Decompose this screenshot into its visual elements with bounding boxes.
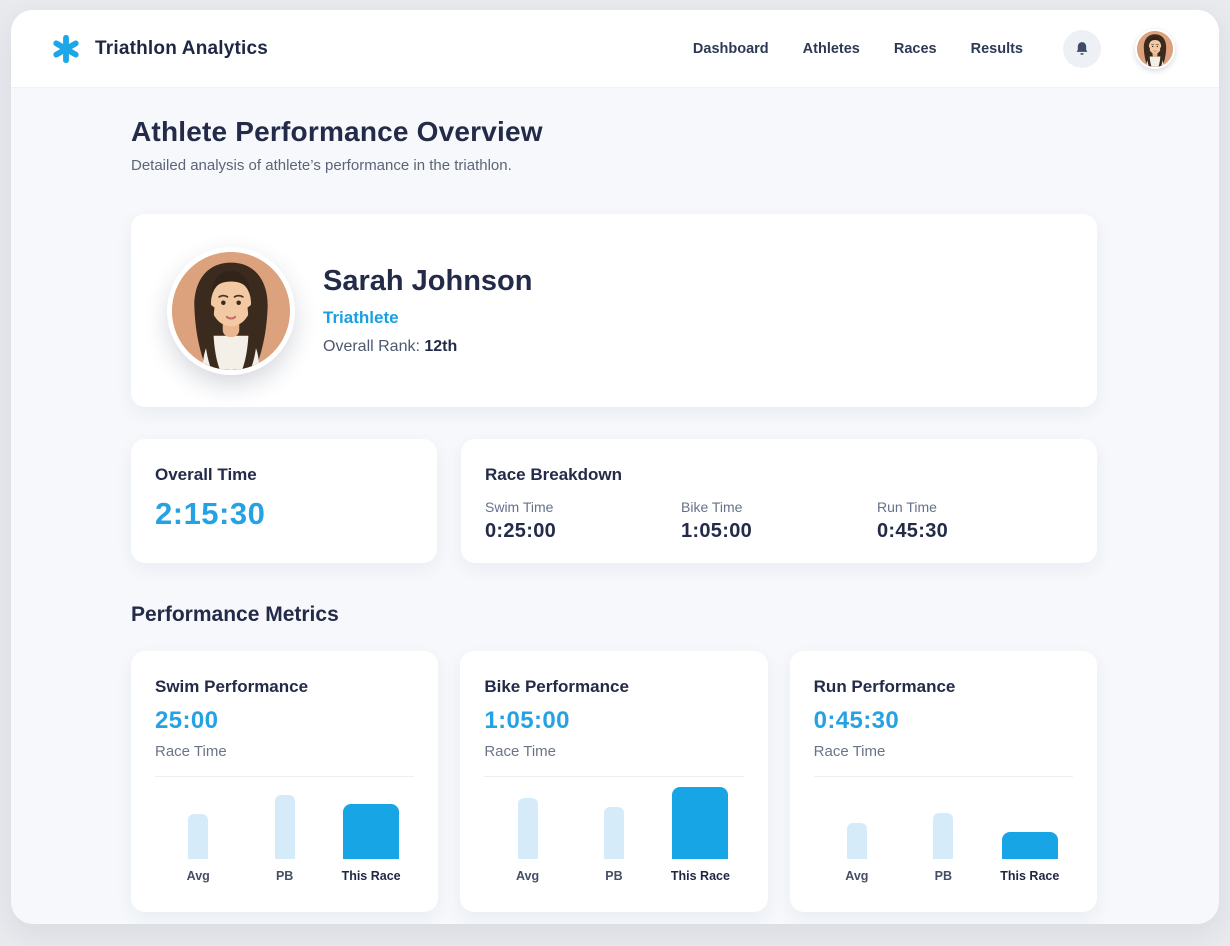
bike-card-value: 1:05:00 (484, 707, 743, 735)
nav-item-athletes[interactable]: Athletes (803, 41, 860, 57)
brand-name: Triathlon Analytics (95, 38, 268, 60)
nav-item-results[interactable]: Results (971, 41, 1023, 57)
app-window: Triathlon Analytics Dashboard Athletes R… (11, 10, 1219, 924)
performance-metrics-heading: Performance Metrics (131, 603, 1097, 627)
run-avg-bar (847, 823, 867, 859)
page-subtitle: Detailed analysis of athlete’s performan… (131, 157, 1097, 174)
run-pb-column: PB (900, 781, 986, 883)
bike-avg-bar (518, 798, 538, 859)
swim-bar-chart: Avg PB This Race (155, 781, 414, 883)
athlete-avatar (167, 247, 295, 375)
split-run-label: Run Time (877, 499, 1073, 515)
run-performance-card: Run Performance 0:45:30 Race Time Avg PB (790, 651, 1097, 912)
main-nav: Dashboard Athletes Races Results (693, 29, 1175, 69)
divider (484, 776, 743, 777)
athlete-name: Sarah Johnson (323, 265, 533, 298)
bike-card-title: Bike Performance (484, 677, 743, 697)
swim-thisrace-bar (343, 804, 399, 859)
run-avg-label: Avg (845, 869, 868, 883)
divider (155, 776, 414, 777)
swim-performance-card: Swim Performance 25:00 Race Time Avg PB (131, 651, 438, 912)
swim-card-caption: Race Time (155, 743, 414, 760)
run-bar-chart: Avg PB This Race (814, 781, 1073, 883)
split-run-value: 0:45:30 (877, 520, 1073, 543)
split-swim-value: 0:25:00 (485, 520, 681, 543)
swim-pb-label: PB (276, 869, 293, 883)
split-bike-label: Bike Time (681, 499, 877, 515)
race-breakdown-splits: Swim Time 0:25:00 Bike Time 1:05:00 Run … (485, 499, 1073, 543)
swim-thisrace-column: This Race (328, 781, 414, 883)
page-title: Athlete Performance Overview (131, 116, 1097, 148)
notifications-button[interactable] (1063, 30, 1101, 68)
nav-item-races[interactable]: Races (894, 41, 937, 57)
split-swim-label: Swim Time (485, 499, 681, 515)
bike-pb-label: PB (605, 869, 622, 883)
run-pb-label: PB (935, 869, 952, 883)
navbar: Triathlon Analytics Dashboard Athletes R… (11, 10, 1219, 88)
athlete-rank-label: Overall Rank: (323, 338, 420, 355)
split-bike-value: 1:05:00 (681, 520, 877, 543)
run-card-caption: Race Time (814, 743, 1073, 760)
user-avatar[interactable] (1135, 29, 1175, 69)
bike-avg-column: Avg (484, 781, 570, 883)
run-card-title: Run Performance (814, 677, 1073, 697)
bell-icon (1073, 40, 1091, 58)
split-run: Run Time 0:45:30 (877, 499, 1073, 543)
run-thisrace-column: This Race (987, 781, 1073, 883)
bike-thisrace-bar (672, 787, 728, 859)
swim-pb-bar (275, 795, 295, 859)
run-thisrace-label: This Race (1000, 869, 1059, 883)
race-breakdown-title: Race Breakdown (485, 465, 1073, 485)
bike-bar-chart: Avg PB This Race (484, 781, 743, 883)
run-avg-column: Avg (814, 781, 900, 883)
swim-thisrace-label: This Race (342, 869, 401, 883)
overall-time-label: Overall Time (155, 465, 413, 485)
race-breakdown-card: Race Breakdown Swim Time 0:25:00 Bike Ti… (461, 439, 1097, 563)
bike-thisrace-label: This Race (671, 869, 730, 883)
athlete-info: Sarah Johnson Triathlete Overall Rank: 1… (323, 265, 533, 356)
divider (814, 776, 1073, 777)
swim-avg-bar (188, 814, 208, 859)
run-pb-bar (933, 813, 953, 859)
run-thisrace-bar (1002, 832, 1058, 859)
bike-card-caption: Race Time (484, 743, 743, 760)
swim-avg-column: Avg (155, 781, 241, 883)
athlete-rank: Overall Rank: 12th (323, 338, 533, 356)
bike-avg-label: Avg (516, 869, 539, 883)
overall-time-value: 2:15:30 (155, 496, 413, 532)
asterisk-logo-icon (51, 34, 81, 64)
nav-item-dashboard[interactable]: Dashboard (693, 41, 769, 57)
bike-thisrace-column: This Race (657, 781, 743, 883)
main-content: Athlete Performance Overview Detailed an… (11, 88, 1219, 924)
bike-pb-bar (604, 807, 624, 859)
bike-pb-column: PB (571, 781, 657, 883)
overall-time-card: Overall Time 2:15:30 (131, 439, 437, 563)
swim-card-title: Swim Performance (155, 677, 414, 697)
metric-grid: Swim Performance 25:00 Race Time Avg PB (131, 651, 1097, 912)
athlete-role: Triathlete (323, 308, 533, 328)
brand[interactable]: Triathlon Analytics (51, 34, 268, 64)
run-card-value: 0:45:30 (814, 707, 1073, 735)
bike-performance-card: Bike Performance 1:05:00 Race Time Avg P… (460, 651, 767, 912)
split-bike: Bike Time 1:05:00 (681, 499, 877, 543)
swim-avg-label: Avg (187, 869, 210, 883)
swim-pb-column: PB (241, 781, 327, 883)
stats-row: Overall Time 2:15:30 Race Breakdown Swim… (131, 439, 1097, 563)
swim-card-value: 25:00 (155, 707, 414, 735)
athlete-card: Sarah Johnson Triathlete Overall Rank: 1… (131, 214, 1097, 407)
athlete-rank-value: 12th (424, 338, 457, 355)
split-swim: Swim Time 0:25:00 (485, 499, 681, 543)
